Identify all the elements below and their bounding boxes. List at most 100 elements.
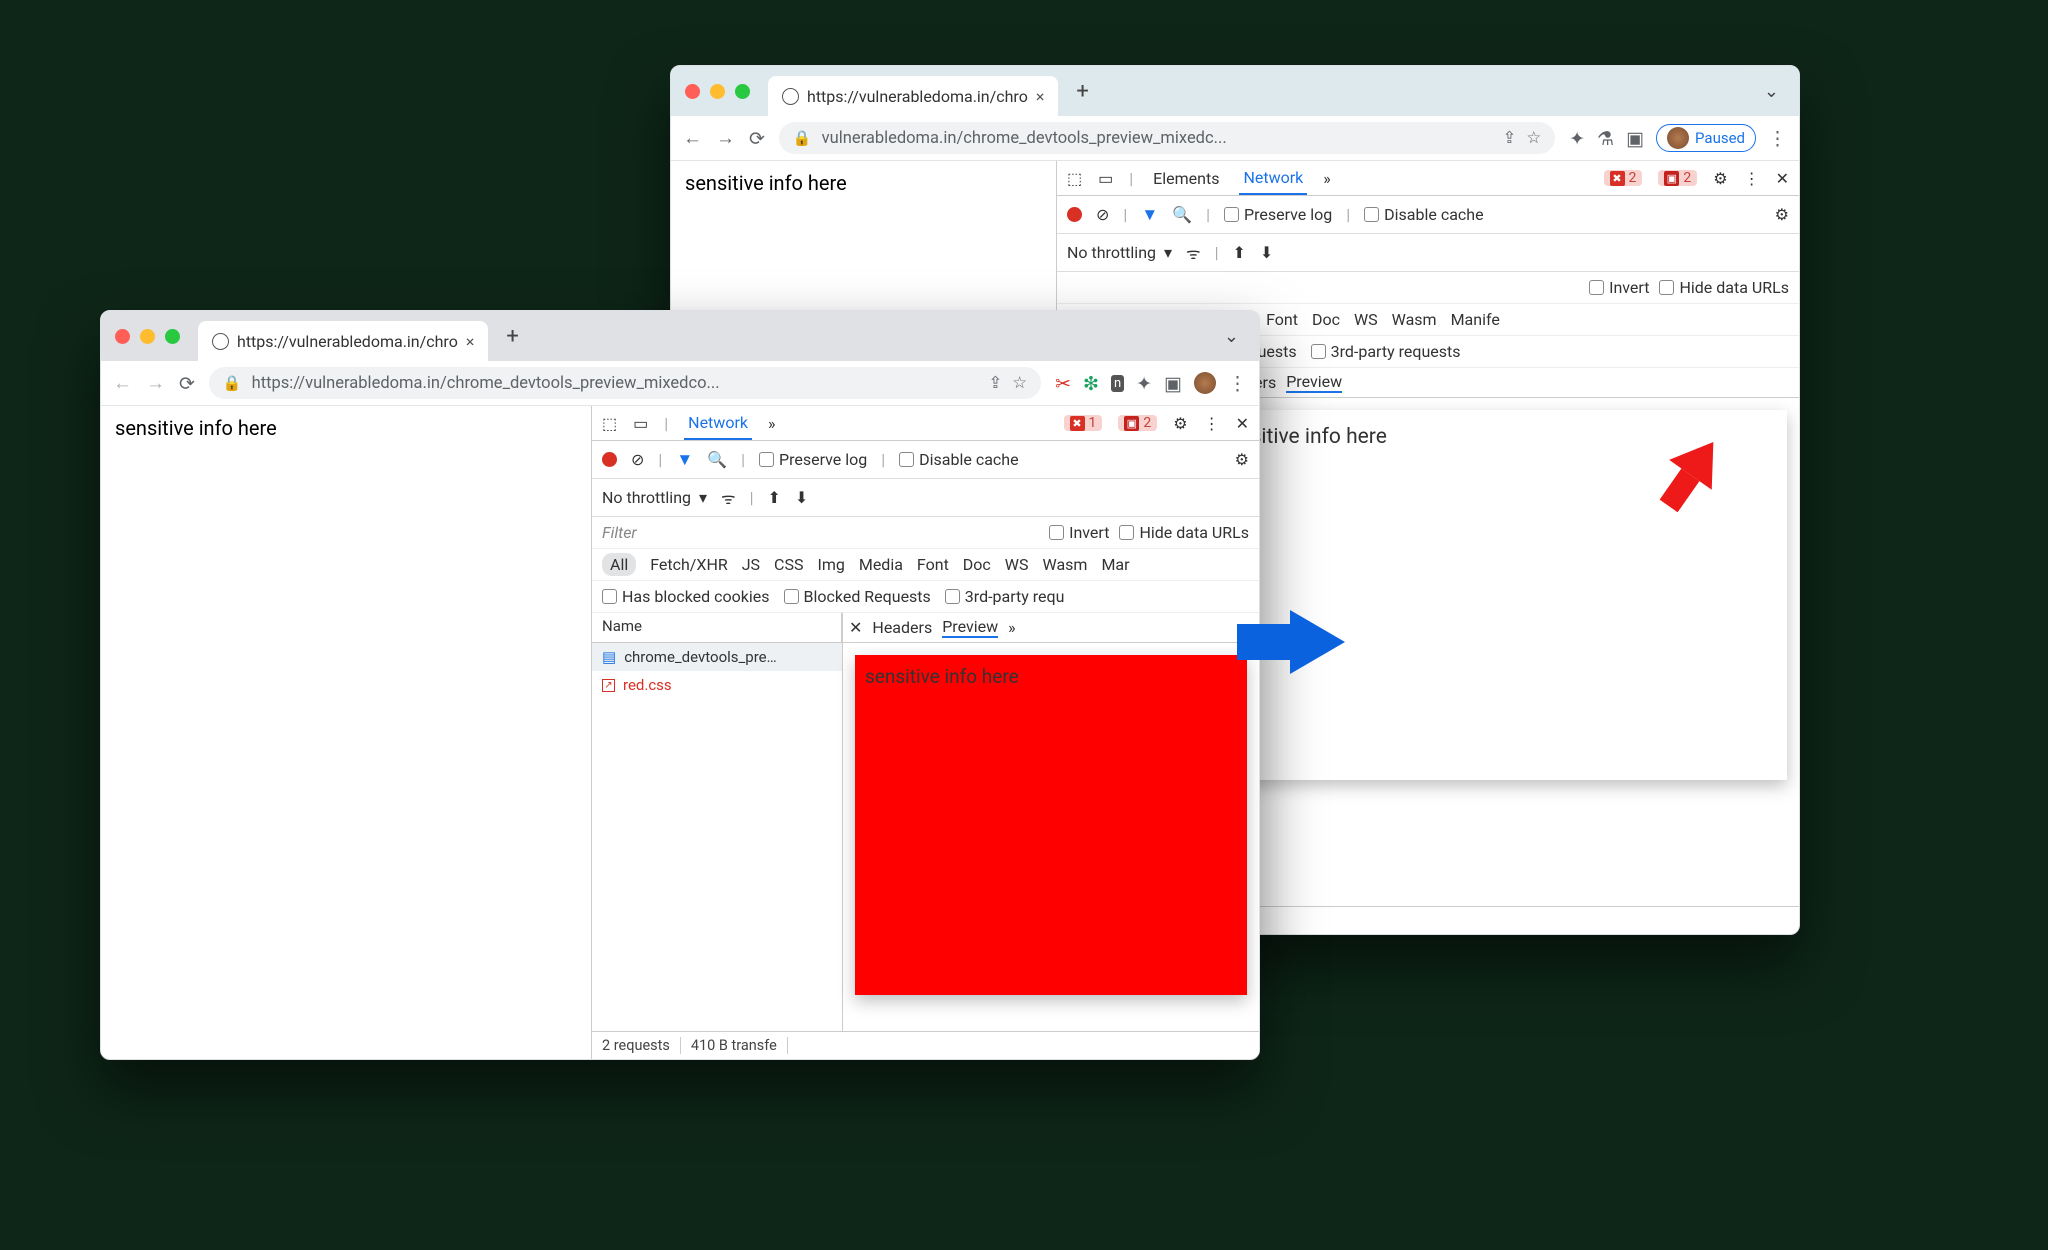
kebab-icon[interactable]: ⋮ [1744, 169, 1760, 188]
search-icon[interactable]: 🔍 [1172, 205, 1192, 224]
issues-badge[interactable]: ▣2 [1658, 170, 1697, 186]
type-filter[interactable]: All [602, 553, 636, 576]
tab-headers[interactable]: Headers [872, 618, 932, 637]
third-party-checkbox[interactable]: 3rd-party requests [1311, 342, 1461, 361]
browser-tab[interactable]: https://vulnerabledoma.in/chro × [198, 321, 488, 361]
tab-list-chevron-icon[interactable]: ⌄ [1224, 326, 1239, 347]
type-filter[interactable]: WS [1005, 555, 1029, 574]
scissors-icon[interactable]: ✂ [1055, 372, 1071, 395]
third-party-checkbox[interactable]: 3rd-party requ [945, 587, 1065, 606]
tab-network[interactable]: Network [1239, 161, 1307, 195]
type-filter[interactable]: Font [1266, 310, 1298, 329]
close-icon[interactable] [115, 329, 130, 344]
type-filter[interactable]: Doc [963, 555, 991, 574]
clear-icon[interactable]: ⊘ [631, 450, 644, 469]
close-tab-icon[interactable]: × [1036, 87, 1045, 106]
back-icon[interactable]: ← [113, 371, 132, 395]
wifi-icon[interactable]: ᯤ [1186, 242, 1201, 264]
filter-icon[interactable]: ▼ [676, 450, 693, 470]
blocked-cookies-checkbox[interactable]: Has blocked cookies [602, 587, 770, 606]
maximize-icon[interactable] [165, 329, 180, 344]
tab-preview[interactable]: Preview [942, 617, 998, 638]
tab-list-chevron-icon[interactable]: ⌄ [1764, 81, 1779, 102]
ext2-icon[interactable]: n [1111, 375, 1124, 392]
type-filter[interactable]: Img [817, 555, 844, 574]
forward-icon[interactable]: → [716, 126, 735, 150]
type-filter[interactable]: Wasm [1043, 555, 1088, 574]
star-icon[interactable]: ☆ [1526, 128, 1541, 148]
gear-icon[interactable]: ⚙ [1713, 169, 1727, 188]
hide-urls-checkbox[interactable]: Hide data URLs [1659, 278, 1789, 297]
type-filter[interactable]: JS [742, 555, 760, 574]
disable-cache-checkbox[interactable]: Disable cache [1364, 205, 1483, 224]
extensions-icon[interactable]: ✦ [1569, 127, 1585, 150]
type-filter[interactable]: Wasm [1392, 310, 1437, 329]
kebab-icon[interactable]: ⋮ [1204, 414, 1220, 433]
upload-icon[interactable]: ⬆ [768, 488, 781, 507]
flask-icon[interactable]: ⚗ [1597, 127, 1614, 150]
overflow-icon[interactable]: » [1008, 618, 1016, 637]
share-icon[interactable]: ⇪ [988, 373, 1002, 393]
throttle-dropdown[interactable]: No throttling ▾ [1067, 243, 1172, 262]
profile-paused[interactable]: Paused [1656, 124, 1756, 152]
close-detail-icon[interactable]: ✕ [849, 618, 862, 637]
gear-icon[interactable]: ⚙ [1173, 414, 1187, 433]
throttle-dropdown[interactable]: No throttling ▾ [602, 488, 707, 507]
gear-icon[interactable]: ⚙ [1775, 205, 1789, 224]
minimize-icon[interactable] [140, 329, 155, 344]
filter-input[interactable]: Filter [602, 523, 1039, 542]
maximize-icon[interactable] [735, 84, 750, 99]
close-devtools-icon[interactable]: ✕ [1776, 169, 1789, 188]
download-icon[interactable]: ⬇ [1260, 243, 1273, 262]
extensions-icon[interactable]: ✦ [1136, 372, 1152, 395]
tab-elements[interactable]: Elements [1149, 161, 1223, 195]
preserve-log-checkbox[interactable]: Preserve log [759, 450, 867, 469]
panel-icon[interactable]: ▣ [1626, 127, 1644, 150]
tab-network[interactable]: Network [684, 406, 752, 440]
traffic-lights[interactable] [115, 329, 180, 344]
close-devtools-icon[interactable]: ✕ [1236, 414, 1249, 433]
browser-tab[interactable]: https://vulnerabledoma.in/chro × [768, 76, 1058, 116]
error-badge[interactable]: ✖2 [1604, 170, 1643, 186]
list-item[interactable]: ▤ chrome_devtools_pre… [592, 643, 842, 671]
address-bar[interactable]: 🔒 vulnerabledoma.in/chrome_devtools_prev… [779, 122, 1555, 154]
type-filter[interactable]: Doc [1312, 310, 1340, 329]
wifi-icon[interactable]: ᯤ [721, 487, 736, 509]
type-filter[interactable]: Mar [1101, 555, 1129, 574]
type-filter[interactable]: Media [859, 555, 903, 574]
disable-cache-checkbox[interactable]: Disable cache [899, 450, 1018, 469]
close-tab-icon[interactable]: × [466, 332, 475, 351]
close-icon[interactable] [685, 84, 700, 99]
upload-icon[interactable]: ⬆ [1233, 243, 1246, 262]
new-tab-button[interactable]: + [1076, 79, 1088, 104]
type-filter[interactable]: CSS [774, 555, 803, 574]
inspect-icon[interactable]: ⬚ [1067, 169, 1082, 188]
inspect-icon[interactable]: ⬚ [602, 414, 617, 433]
share-icon[interactable]: ⇪ [1502, 128, 1516, 148]
blocked-requests-checkbox[interactable]: Blocked Requests [784, 587, 931, 606]
invert-checkbox[interactable]: Invert [1589, 278, 1649, 297]
tab-preview[interactable]: Preview [1286, 372, 1342, 393]
device-icon[interactable]: ▭ [633, 414, 648, 433]
menu-icon[interactable]: ⋮ [1228, 372, 1247, 395]
forward-icon[interactable]: → [146, 371, 165, 395]
ext1-icon[interactable]: ❇ [1083, 372, 1099, 395]
back-icon[interactable]: ← [683, 126, 702, 150]
filter-icon[interactable]: ▼ [1141, 205, 1158, 225]
clear-icon[interactable]: ⊘ [1096, 205, 1109, 224]
type-filter[interactable]: Font [917, 555, 949, 574]
issues-badge[interactable]: ▣2 [1118, 415, 1157, 431]
reload-icon[interactable]: ⟳ [179, 372, 195, 395]
new-tab-button[interactable]: + [506, 324, 518, 349]
device-icon[interactable]: ▭ [1098, 169, 1113, 188]
preserve-log-checkbox[interactable]: Preserve log [1224, 205, 1332, 224]
search-icon[interactable]: 🔍 [707, 450, 727, 469]
panel-icon[interactable]: ▣ [1164, 372, 1182, 395]
overflow-icon[interactable]: » [1323, 169, 1331, 188]
invert-checkbox[interactable]: Invert [1049, 523, 1109, 542]
record-icon[interactable] [602, 452, 617, 467]
hide-urls-checkbox[interactable]: Hide data URLs [1119, 523, 1249, 542]
star-icon[interactable]: ☆ [1012, 373, 1027, 393]
menu-icon[interactable]: ⋮ [1768, 127, 1787, 150]
error-badge[interactable]: ✖1 [1064, 415, 1103, 431]
